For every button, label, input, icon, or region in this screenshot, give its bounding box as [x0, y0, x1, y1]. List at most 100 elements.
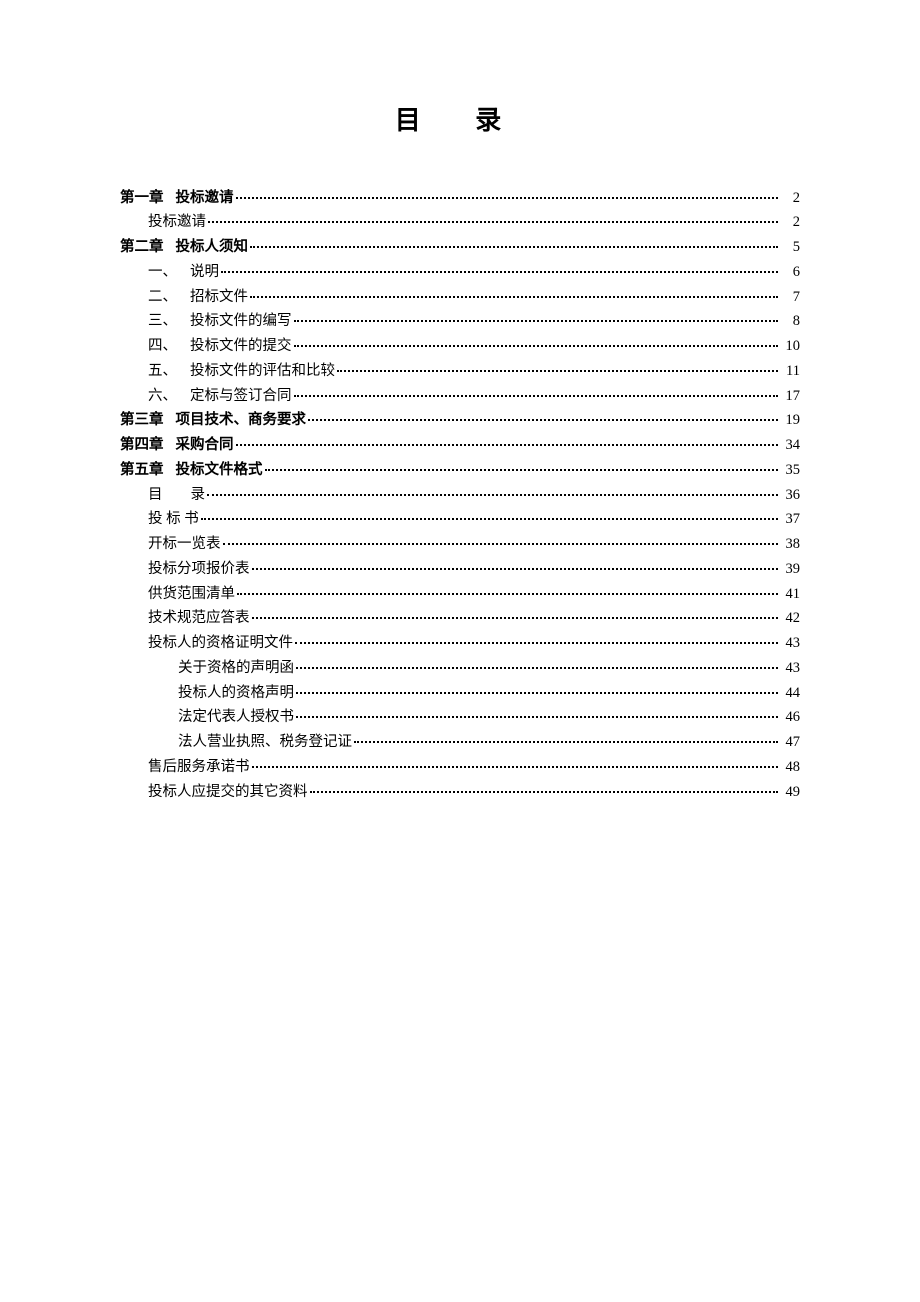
toc-entry-label: 四、投标文件的提交: [148, 336, 292, 358]
toc-entry-text: 开标一览表: [148, 536, 221, 552]
toc-entry: 技术规范应答表42: [120, 608, 800, 630]
toc-entry-text: 投标分项报价表: [148, 561, 250, 577]
toc-entry-prefix: 第一章: [120, 190, 164, 206]
toc-entry: 投标人应提交的其它资料 49: [120, 781, 800, 803]
toc-entry: 售后服务承诺书 48: [120, 756, 800, 778]
toc-entry-text: 招标文件: [190, 289, 248, 305]
toc-entry: 二、招标文件 7: [120, 286, 800, 308]
toc-entry-page: 6: [780, 262, 800, 284]
toc-entry-page: 2: [780, 188, 800, 210]
toc-entry-label: 售后服务承诺书: [148, 757, 250, 779]
toc-entry-page: 49: [780, 782, 800, 804]
toc-entry-label: 第五章投标文件格式: [120, 460, 263, 482]
toc-entry: 投标分项报价表 39: [120, 558, 800, 580]
toc-entry-page: 5: [780, 237, 800, 259]
toc-entry-page: 7: [780, 287, 800, 309]
toc-entry-text: 投标人的资格声明: [178, 685, 294, 701]
toc-entry-prefix: 第三章: [120, 412, 164, 428]
toc-entry-text: 供货范围清单: [148, 586, 235, 602]
toc-leader-dots: [221, 261, 778, 276]
toc-leader-dots: [294, 336, 779, 351]
toc-entry-page: 2: [780, 212, 800, 234]
toc-entry-page: 37: [780, 509, 800, 531]
toc-entry-text: 说明: [190, 264, 219, 280]
toc-entry: 一、说明6: [120, 261, 800, 283]
toc-leader-dots: [265, 459, 779, 474]
toc-leader-dots: [337, 360, 778, 375]
toc-entry-text: 投标邀请: [176, 190, 234, 206]
toc-entry-label: 二、招标文件: [148, 287, 248, 309]
toc-entry-page: 46: [780, 707, 800, 729]
toc-entry: 三、投标文件的编写 8: [120, 311, 800, 333]
toc-entry-page: 39: [780, 559, 800, 581]
toc-leader-dots: [236, 435, 779, 450]
toc-entry: 供货范围清单41: [120, 583, 800, 605]
toc-leader-dots: [208, 212, 778, 227]
toc-entry-text: 投标人应提交的其它资料: [148, 784, 308, 800]
toc-entry-text: 法人营业执照、税务登记证: [178, 734, 352, 750]
toc-entry-page: 11: [780, 361, 800, 383]
toc-entry-label: 投标分项报价表: [148, 559, 250, 581]
toc-entry: 法定代表人授权书 46: [120, 707, 800, 729]
toc-entry: 第四章采购合同 34: [120, 435, 800, 457]
toc-entry-page: 34: [780, 435, 800, 457]
toc-entry-label: 关于资格的声明函: [178, 658, 294, 680]
toc-entry-text: 投标邀请: [148, 214, 206, 230]
toc-entry-text: 售后服务承诺书: [148, 759, 250, 775]
toc-entry: 第五章投标文件格式 35: [120, 459, 800, 481]
toc-entry-label: 第二章投标人须知: [120, 237, 248, 259]
toc-entry-label: 三、投标文件的编写: [148, 311, 292, 333]
toc-entry-page: 36: [780, 485, 800, 507]
toc-leader-dots: [236, 187, 779, 202]
toc-entry-label: 开标一览表: [148, 534, 221, 556]
toc-entry-page: 19: [780, 410, 800, 432]
toc-entry-page: 8: [780, 311, 800, 333]
toc-entry-page: 35: [780, 460, 800, 482]
toc-leader-dots: [201, 509, 778, 524]
toc-entry-prefix: 第五章: [120, 462, 164, 478]
toc-entry-prefix: 第二章: [120, 239, 164, 255]
toc-entry: 四、投标文件的提交 10: [120, 336, 800, 358]
toc-entry: 投标人的资格声明 44: [120, 682, 800, 704]
toc-entry-label: 投标邀请: [148, 212, 206, 234]
toc-leader-dots: [223, 534, 779, 549]
toc-entry: 开标一览表 38: [120, 534, 800, 556]
toc-entry-page: 48: [780, 757, 800, 779]
toc-entry-label: 第一章投标邀请: [120, 188, 234, 210]
toc-entry-page: 43: [780, 633, 800, 655]
toc-leader-dots: [295, 633, 778, 648]
page-title: 目 录: [120, 100, 800, 137]
toc-entry-label: 技术规范应答表: [148, 608, 250, 630]
toc-entry: 法人营业执照、税务登记证 47: [120, 732, 800, 754]
toc-entry-page: 44: [780, 683, 800, 705]
toc-entry-text: 投标文件的评估和比较: [190, 363, 335, 379]
toc-leader-dots: [294, 311, 779, 326]
toc-entry-label: 目录: [148, 485, 205, 507]
toc-entry-text: 投标人须知: [176, 239, 249, 255]
toc-leader-dots: [207, 484, 778, 499]
toc-entry-label: 法定代表人授权书: [178, 707, 294, 729]
toc-entry-page: 47: [780, 732, 800, 754]
toc-entry-prefix: 四、: [148, 336, 190, 358]
toc-leader-dots: [354, 732, 778, 747]
toc-entry-text: 投标文件格式: [176, 462, 263, 478]
toc-entry-prefix: 第四章: [120, 437, 164, 453]
toc-entry-text: 采购合同: [176, 437, 234, 453]
toc-entry-text: 投 标 书: [148, 511, 199, 527]
toc-entry: 六、定标与签订合同17: [120, 385, 800, 407]
toc-leader-dots: [296, 657, 778, 672]
toc-entry-page: 43: [780, 658, 800, 680]
toc-entry: 第一章投标邀请 2: [120, 187, 800, 209]
toc-entry-text: 投标人的资格证明文件: [148, 635, 293, 651]
toc-entry-page: 10: [780, 336, 800, 358]
toc-entry-text: 关于资格的声明函: [178, 660, 294, 676]
toc-entry: 关于资格的声明函 43: [120, 657, 800, 679]
toc-entry-text: 项目技术、商务要求: [176, 412, 307, 428]
toc-entry-page: 38: [780, 534, 800, 556]
toc-leader-dots: [252, 558, 779, 573]
toc-leader-dots: [308, 410, 778, 425]
toc-entry-text: 法定代表人授权书: [178, 709, 294, 725]
toc-leader-dots: [237, 583, 778, 598]
toc-entry: 投标人的资格证明文件 43: [120, 633, 800, 655]
toc-leader-dots: [252, 756, 779, 771]
